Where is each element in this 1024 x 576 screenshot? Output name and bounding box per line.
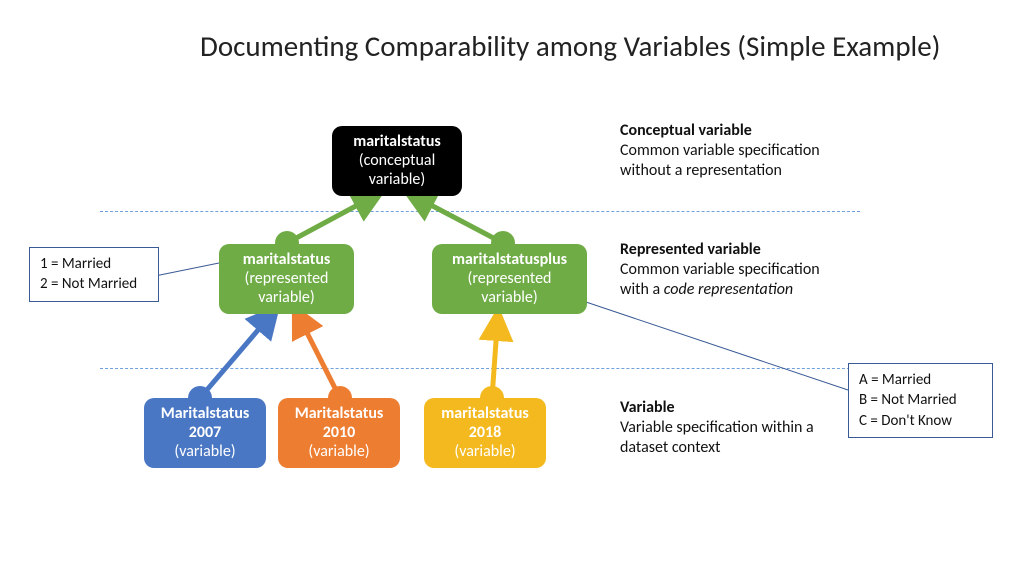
node-variable-2010: Maritalstatus 2010 (variable) (278, 398, 400, 468)
desc-variable: Variable Variable specification within a… (620, 398, 820, 458)
node-variable-2007: Maritalstatus 2007 (variable) (144, 398, 266, 468)
node-represented-1: maritalstatus (represented variable) (219, 244, 354, 314)
node-var1-name: Maritalstatus 2007 (154, 404, 256, 442)
page-title: Documenting Comparability among Variable… (200, 28, 940, 64)
node-var1-type: (variable) (174, 442, 235, 461)
node-conceptual-name: maritalstatus (342, 132, 452, 151)
desc-conceptual-body: Common variable specification without a … (620, 141, 820, 180)
node-rep1-name: maritalstatus (229, 250, 344, 269)
node-var2-name: Maritalstatus 2010 (288, 404, 390, 442)
node-var3-type: (variable) (454, 442, 515, 461)
code-left-2: 2 = Not Married (40, 274, 148, 294)
node-represented-2: maritalstatusplus (represented variable) (432, 244, 587, 314)
codes-left: 1 = Married 2 = Not Married (29, 247, 159, 302)
divider-top (100, 211, 860, 212)
node-rep1-type: (represented variable) (245, 269, 329, 307)
code-right-2: B = Not Married (859, 390, 982, 410)
desc-variable-body: Variable specification within a dataset … (620, 418, 814, 457)
node-variable-2018: maritalstatus 2018 (variable) (424, 398, 546, 468)
node-rep2-name: maritalstatusplus (442, 250, 577, 269)
node-conceptual: maritalstatus (conceptual variable) (332, 126, 462, 196)
code-right-3: C = Don't Know (859, 411, 982, 431)
divider-bottom (100, 368, 860, 369)
desc-represented-body-em: code representation (664, 280, 793, 299)
desc-represented-heading: Represented variable (620, 240, 830, 260)
node-conceptual-type: (conceptual variable) (359, 151, 436, 189)
node-rep2-type: (represented variable) (468, 269, 552, 307)
node-var2-type: (variable) (308, 442, 369, 461)
code-right-1: A = Married (859, 370, 982, 390)
node-var3-name: maritalstatus 2018 (434, 404, 536, 442)
codes-right: A = Married B = Not Married C = Don't Kn… (848, 363, 993, 438)
code-left-1: 1 = Married (40, 254, 148, 274)
desc-variable-heading: Variable (620, 398, 820, 418)
desc-represented: Represented variable Common variable spe… (620, 240, 830, 300)
desc-conceptual: Conceptual variable Common variable spec… (620, 121, 830, 181)
desc-conceptual-heading: Conceptual variable (620, 121, 830, 141)
